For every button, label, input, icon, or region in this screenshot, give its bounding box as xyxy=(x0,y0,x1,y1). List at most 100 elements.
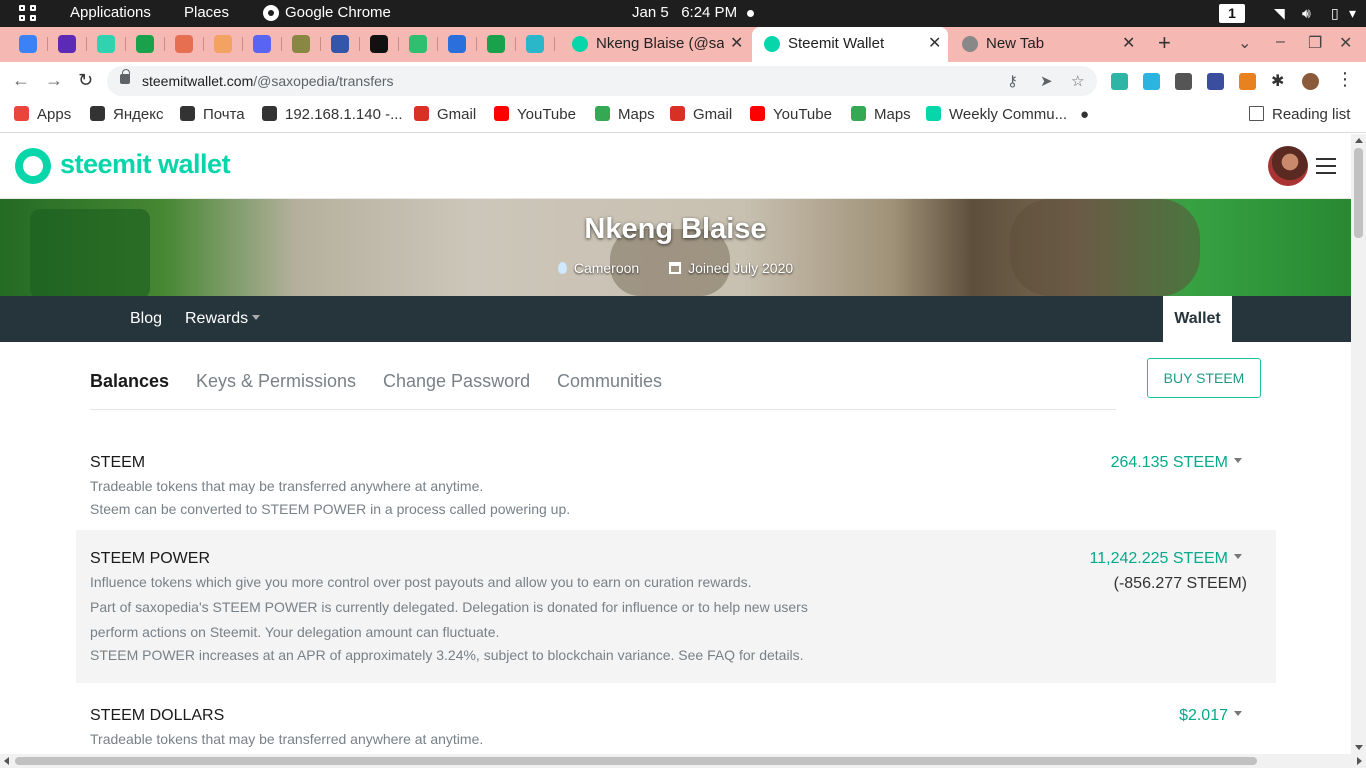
activities-grid-icon[interactable] xyxy=(19,5,38,22)
site-logo[interactable]: steemit wallet xyxy=(60,149,231,180)
tab-search-chevron-icon[interactable]: ⌄ xyxy=(1238,33,1251,53)
close-icon[interactable]: ✕ xyxy=(1122,33,1135,53)
steemit-icon xyxy=(572,36,588,52)
caret-down-icon xyxy=(1234,554,1242,559)
buy-steem-button[interactable]: BUY STEEM xyxy=(1147,358,1261,398)
hamburger-menu-icon[interactable] xyxy=(1316,158,1336,174)
reading-list[interactable]: Reading list xyxy=(1249,106,1350,123)
pinned-tab-icon[interactable] xyxy=(253,35,271,53)
minimize-icon[interactable]: – xyxy=(1276,33,1285,51)
pinned-tab-icon[interactable] xyxy=(136,35,154,53)
bookmark-label: Яндекс xyxy=(113,106,164,123)
bookmark-item[interactable]: Почта xyxy=(180,106,245,123)
extension-icon[interactable] xyxy=(1111,73,1128,90)
globe-icon[interactable]: ● xyxy=(1080,106,1089,123)
battery-icon[interactable]: ▯ xyxy=(1331,5,1339,22)
pinned-tab-icon[interactable] xyxy=(214,35,232,53)
download-extension-icon[interactable] xyxy=(1175,73,1192,90)
scroll-left-icon[interactable] xyxy=(4,757,9,765)
bookmark-item[interactable]: Maps xyxy=(851,106,911,123)
bookmark-item[interactable]: Gmail xyxy=(670,106,732,123)
close-icon[interactable]: ✕ xyxy=(928,33,941,53)
nav-rewards[interactable]: Rewards xyxy=(185,310,261,328)
tab-communities[interactable]: Communities xyxy=(557,371,662,392)
reload-icon[interactable]: ↻ xyxy=(78,70,93,91)
close-icon[interactable]: ✕ xyxy=(730,33,743,53)
pinned-tab-icon[interactable] xyxy=(58,35,76,53)
applications-menu[interactable]: Applications xyxy=(70,4,151,21)
bookmark-item[interactable]: 192.168.1.140 -... xyxy=(262,106,403,123)
bookmark-item[interactable]: YouTube xyxy=(494,106,576,123)
horizontal-scrollbar[interactable] xyxy=(0,754,1366,768)
divider xyxy=(90,409,1116,410)
vertical-scrollbar[interactable] xyxy=(1351,134,1366,754)
pinned-tab-icon[interactable] xyxy=(370,35,388,53)
window-close-icon[interactable]: ✕ xyxy=(1339,33,1352,53)
restore-icon[interactable]: ❐ xyxy=(1308,33,1322,53)
puzzle-extensions-icon[interactable]: ✱ xyxy=(1271,71,1288,90)
url-text[interactable]: steemitwallet.com/@saxopedia/transfers xyxy=(142,73,394,89)
forward-arrow-icon[interactable]: → xyxy=(45,70,63,91)
workspace-indicator[interactable]: 1 xyxy=(1219,4,1245,23)
scrollbar-thumb[interactable] xyxy=(15,757,1257,765)
steem-dollars-balance-dropdown[interactable]: $2.017 xyxy=(1179,707,1242,725)
pinned-tab-icon[interactable] xyxy=(97,35,115,53)
delegated-amount: (-856.277 STEEM) xyxy=(1113,575,1247,592)
browser-toolbar: ← → ↻ steemitwallet.com/@saxopedia/trans… xyxy=(0,62,1366,100)
nav-blog[interactable]: Blog xyxy=(130,310,162,328)
caret-down-icon xyxy=(1234,458,1242,463)
lock-icon[interactable] xyxy=(120,69,130,84)
clock[interactable]: Jan 5 6:24 PM xyxy=(632,4,737,21)
tab-balances[interactable]: Balances xyxy=(90,371,169,392)
tab-change-password[interactable]: Change Password xyxy=(383,371,530,392)
pinned-tab-icon[interactable] xyxy=(292,35,310,53)
send-tab-icon[interactable]: ➤ xyxy=(1040,72,1053,90)
places-menu[interactable]: Places xyxy=(184,4,229,21)
pinned-tab-icon[interactable] xyxy=(487,35,505,53)
tab-steemit-wallet[interactable]: Steemit Wallet ✕ xyxy=(752,27,948,62)
pinned-tab-icon[interactable] xyxy=(331,35,349,53)
tab-separator xyxy=(164,37,165,51)
back-arrow-icon[interactable]: ← xyxy=(12,70,30,91)
scroll-down-icon[interactable] xyxy=(1355,745,1363,750)
pinned-tab-icon[interactable] xyxy=(19,35,37,53)
scroll-up-icon[interactable] xyxy=(1355,138,1363,143)
balance-description: Part of saxopedia's STEEM POWER is curre… xyxy=(90,599,808,615)
pinned-tab-icon[interactable] xyxy=(448,35,466,53)
bookmark-item[interactable]: Apps xyxy=(14,106,71,123)
bookmark-label: Apps xyxy=(37,106,72,123)
tab-keys-permissions[interactable]: Keys & Permissions xyxy=(196,371,356,392)
steemit-logo-icon[interactable] xyxy=(15,148,51,184)
address-bar[interactable]: steemitwallet.com/@saxopedia/transfers ⚷… xyxy=(107,66,1097,96)
bookmark-item[interactable]: YouTube xyxy=(750,106,832,123)
profile-avatar[interactable] xyxy=(1302,73,1319,90)
active-app-label[interactable]: Google Chrome xyxy=(285,4,391,21)
bookmark-item[interactable]: Gmail xyxy=(414,106,476,123)
bookmark-item[interactable]: Яндекс xyxy=(90,106,163,123)
tab-new-tab[interactable]: New Tab ✕ xyxy=(950,27,1144,62)
scrollbar-thumb[interactable] xyxy=(1354,148,1363,238)
steem-power-balance-dropdown[interactable]: 11,242.225 STEEM xyxy=(1090,550,1242,568)
bookmark-item[interactable]: Maps xyxy=(595,106,655,123)
user-avatar[interactable] xyxy=(1268,146,1308,186)
chrome-menu-icon[interactable]: ⋮ xyxy=(1336,69,1354,89)
bookmark-item[interactable]: Weekly Commu... xyxy=(926,106,1067,123)
nav-wallet[interactable]: Wallet xyxy=(1163,296,1232,342)
tab-profile[interactable]: Nkeng Blaise (@sax ✕ xyxy=(560,27,750,62)
power-menu-icon[interactable]: ▾ xyxy=(1349,5,1356,22)
bookmark-label: 192.168.1.140 -... xyxy=(285,106,403,123)
steem-balance-dropdown[interactable]: 264.135 STEEM xyxy=(1111,454,1242,472)
metamask-icon[interactable] xyxy=(1239,73,1256,90)
key-icon[interactable]: ⚷ xyxy=(1007,72,1018,90)
wifi-icon[interactable]: ◥ xyxy=(1274,5,1285,22)
extension-icon[interactable] xyxy=(1207,73,1224,90)
new-tab-plus-icon[interactable]: + xyxy=(1158,30,1171,56)
pinned-tab-icon[interactable] xyxy=(409,35,427,53)
extension-icon[interactable] xyxy=(1143,73,1160,90)
scroll-right-icon[interactable] xyxy=(1357,757,1362,765)
pinned-tab-icon[interactable] xyxy=(175,35,193,53)
volume-icon[interactable]: 🔊︎ xyxy=(1302,5,1311,22)
pinned-tab-icon[interactable] xyxy=(526,35,544,53)
bookmark-star-icon[interactable]: ☆ xyxy=(1071,72,1084,90)
tab-separator xyxy=(47,37,48,51)
